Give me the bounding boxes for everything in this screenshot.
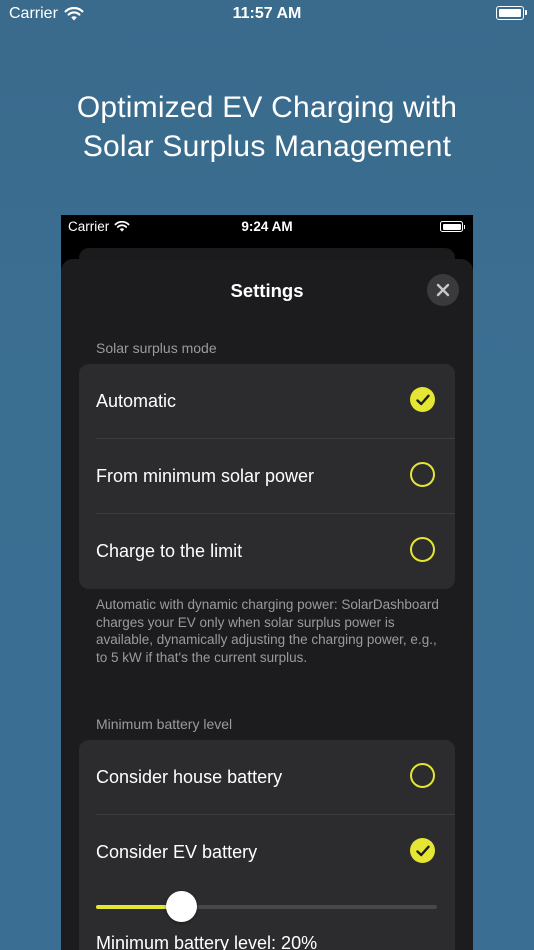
radio-selected[interactable] (410, 838, 435, 863)
option-charge-to-limit[interactable]: Charge to the limit (79, 514, 455, 589)
radio-unselected[interactable] (410, 537, 435, 562)
battery-section-label: Minimum battery level (96, 716, 233, 732)
option-consider-house-battery[interactable]: Consider house battery (79, 740, 455, 815)
battery-icon (440, 221, 465, 232)
radio-unselected[interactable] (410, 462, 435, 487)
battery-group: Consider house battery Consider EV batte… (79, 740, 455, 950)
radio-selected[interactable] (410, 387, 435, 412)
option-label: Automatic (96, 391, 177, 411)
battery-icon (496, 6, 527, 20)
option-from-minimum-solar[interactable]: From minimum solar power (79, 439, 455, 514)
close-icon (436, 283, 450, 297)
checkmark-icon (415, 394, 430, 405)
solar-mode-section-label: Solar surplus mode (96, 340, 217, 356)
inner-time: 9:24 AM (241, 219, 293, 234)
slider-thumb[interactable] (166, 891, 198, 922)
option-label: Consider EV battery (96, 842, 258, 862)
headline-line-2: Solar Surplus Management (82, 130, 452, 163)
option-automatic[interactable]: Automatic (79, 364, 455, 439)
min-battery-level-label: Minimum battery level: 20% (96, 933, 318, 950)
inner-status-bar: Carrier 9:24 AM (61, 215, 473, 239)
phone-screen: Carrier 9:24 AM Settings Solar surplus m… (61, 215, 473, 950)
headline-line-1: Optimized EV Charging with (76, 91, 458, 124)
solar-mode-group: Automatic From minimum solar power Charg… (79, 364, 455, 589)
min-battery-slider[interactable] (96, 891, 437, 922)
sheet-title: Settings (230, 280, 304, 301)
radio-unselected[interactable] (410, 763, 435, 788)
option-consider-ev-battery[interactable]: Consider EV battery (79, 815, 455, 890)
option-label: Charge to the limit (96, 541, 243, 561)
outer-time: 11:57 AM (232, 5, 302, 22)
close-button[interactable] (427, 274, 459, 306)
solar-mode-description: Automatic with dynamic charging power: S… (96, 597, 439, 665)
checkmark-icon (415, 845, 430, 856)
option-label: From minimum solar power (96, 466, 315, 486)
option-label: Consider house battery (96, 767, 283, 787)
marketing-headline: Optimized EV Charging with Solar Surplus… (0, 88, 534, 166)
settings-sheet: Settings Solar surplus mode Automatic Fr… (61, 259, 473, 950)
outer-status-bar: Carrier 11:57 AM (0, 0, 534, 28)
